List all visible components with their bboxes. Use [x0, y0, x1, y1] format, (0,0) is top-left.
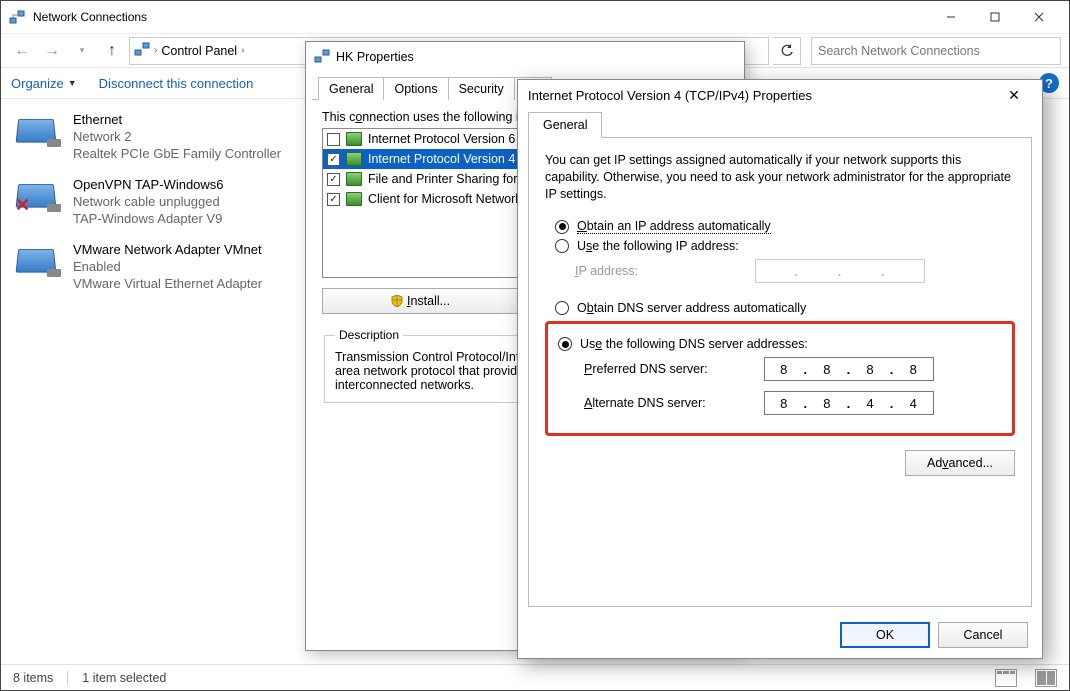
checkbox[interactable]: ✓: [327, 173, 340, 186]
ipv4-properties-dialog: Internet Protocol Version 4 (TCP/IPv4) P…: [517, 79, 1043, 659]
large-icons-view-icon[interactable]: [1035, 669, 1057, 687]
back-button[interactable]: ←: [9, 38, 35, 64]
adapter-name: OpenVPN TAP-Windows6: [73, 176, 224, 193]
adapter-name: Ethernet: [73, 111, 281, 128]
checkbox[interactable]: ✓: [327, 193, 340, 206]
dialog-title: Internet Protocol Version 4 (TCP/IPv4) P…: [528, 88, 812, 103]
adapter-status: Network 2: [73, 128, 281, 145]
tab-options[interactable]: Options: [383, 77, 448, 100]
tab-general[interactable]: General: [528, 112, 602, 138]
cancel-button[interactable]: Cancel: [938, 622, 1028, 648]
tab-strip: General: [518, 112, 1042, 138]
titlebar: Network Connections: [1, 1, 1069, 33]
details-view-icon[interactable]: [995, 669, 1017, 687]
shield-icon: [391, 295, 403, 307]
radio-dns-manual[interactable]: Use the following DNS server addresses:: [558, 337, 1002, 351]
network-connections-window: Network Connections ← → ▾ ↑ › Control Pa…: [0, 0, 1070, 691]
close-button[interactable]: ✕: [996, 81, 1032, 109]
radio-icon: [555, 220, 569, 234]
ip-address-label: IP address:: [575, 264, 755, 278]
status-item-count: 8 items: [13, 671, 53, 685]
radio-icon: [555, 301, 569, 315]
checkbox[interactable]: ✓: [327, 153, 340, 166]
ok-button[interactable]: OK: [840, 622, 930, 648]
nic-icon: [15, 111, 63, 151]
search-placeholder: Search Network Connections: [818, 44, 980, 58]
preferred-dns-label: Preferred DNS server:: [584, 362, 764, 376]
disconnect-button[interactable]: Disconnect this connection: [99, 76, 254, 91]
maximize-button[interactable]: [973, 3, 1017, 31]
checkbox[interactable]: [327, 133, 340, 146]
advanced-button[interactable]: Advanced...: [905, 450, 1015, 476]
nic-icon: [15, 241, 63, 281]
radio-dns-auto[interactable]: Obtain DNS server address automatically: [555, 301, 1015, 315]
protocol-icon: [346, 132, 362, 146]
window-title: Network Connections: [33, 10, 147, 24]
dialog-titlebar: Internet Protocol Version 4 (TCP/IPv4) P…: [518, 80, 1042, 110]
protocol-icon: [346, 152, 362, 166]
adapter-name: VMware Network Adapter VMnet: [73, 241, 262, 258]
adapter-status: Enabled: [73, 258, 262, 275]
adapter-device: TAP-Windows Adapter V9: [73, 210, 224, 227]
radio-ip-manual[interactable]: Use the following IP address:: [555, 239, 1015, 253]
adapter-device: Realtek PCIe GbE Family Controller: [73, 145, 281, 162]
chevron-right-icon: ›: [154, 45, 157, 56]
alternate-dns-label: Alternate DNS server:: [584, 396, 764, 410]
forward-button[interactable]: →: [39, 38, 65, 64]
recent-dropdown[interactable]: ▾: [69, 38, 95, 64]
ip-address-input: ...: [755, 259, 925, 283]
organize-menu[interactable]: Organize ▼: [11, 76, 77, 91]
radio-icon: [555, 239, 569, 253]
radio-label: Use the following DNS server addresses:: [580, 337, 808, 351]
chevron-right-icon: ›: [241, 45, 244, 56]
radio-label: Obtain an IP address automatically: [577, 219, 771, 234]
radio-label: Use the following IP address:: [577, 239, 739, 253]
dialog-titlebar: HK Properties: [306, 42, 744, 72]
minimize-button[interactable]: [929, 3, 973, 31]
intro-text: You can get IP settings assigned automat…: [545, 152, 1015, 203]
tab-security[interactable]: Security: [448, 77, 515, 100]
network-icon: [9, 9, 25, 25]
search-input[interactable]: Search Network Connections: [811, 37, 1061, 65]
component-label: Client for Microsoft Networks: [368, 192, 528, 206]
dns-highlight-frame: Use the following DNS server addresses: …: [545, 321, 1015, 436]
radio-ip-auto[interactable]: Obtain an IP address automatically: [555, 219, 1015, 234]
status-selected-count: 1 item selected: [82, 671, 166, 685]
tab-general[interactable]: General: [318, 77, 384, 100]
alternate-dns-input[interactable]: 8. 8. 4. 4: [764, 391, 934, 415]
preferred-dns-input[interactable]: 8. 8. 8. 8: [764, 357, 934, 381]
refresh-button[interactable]: [773, 37, 801, 65]
breadcrumb-item[interactable]: Control Panel: [161, 44, 237, 58]
adapter-device: VMware Virtual Ethernet Adapter: [73, 275, 262, 292]
nav-root-icon: [134, 41, 150, 60]
close-button[interactable]: [1017, 3, 1061, 31]
description-title: Description: [335, 328, 403, 342]
radio-icon: [558, 337, 572, 351]
status-bar: 8 items 1 item selected: [1, 664, 1069, 690]
network-icon: [314, 48, 330, 67]
up-button[interactable]: ↑: [99, 38, 125, 64]
radio-label: Obtain DNS server address automatically: [577, 301, 806, 315]
error-x-icon: ✕: [15, 195, 30, 216]
install-button[interactable]: Install...: [322, 288, 519, 314]
client-icon: [346, 192, 362, 206]
adapter-status: Network cable unplugged: [73, 193, 224, 210]
nic-icon: ✕: [15, 176, 63, 216]
dialog-title: HK Properties: [336, 50, 414, 64]
tab-panel-general: You can get IP settings assigned automat…: [528, 137, 1032, 607]
service-icon: [346, 172, 362, 186]
